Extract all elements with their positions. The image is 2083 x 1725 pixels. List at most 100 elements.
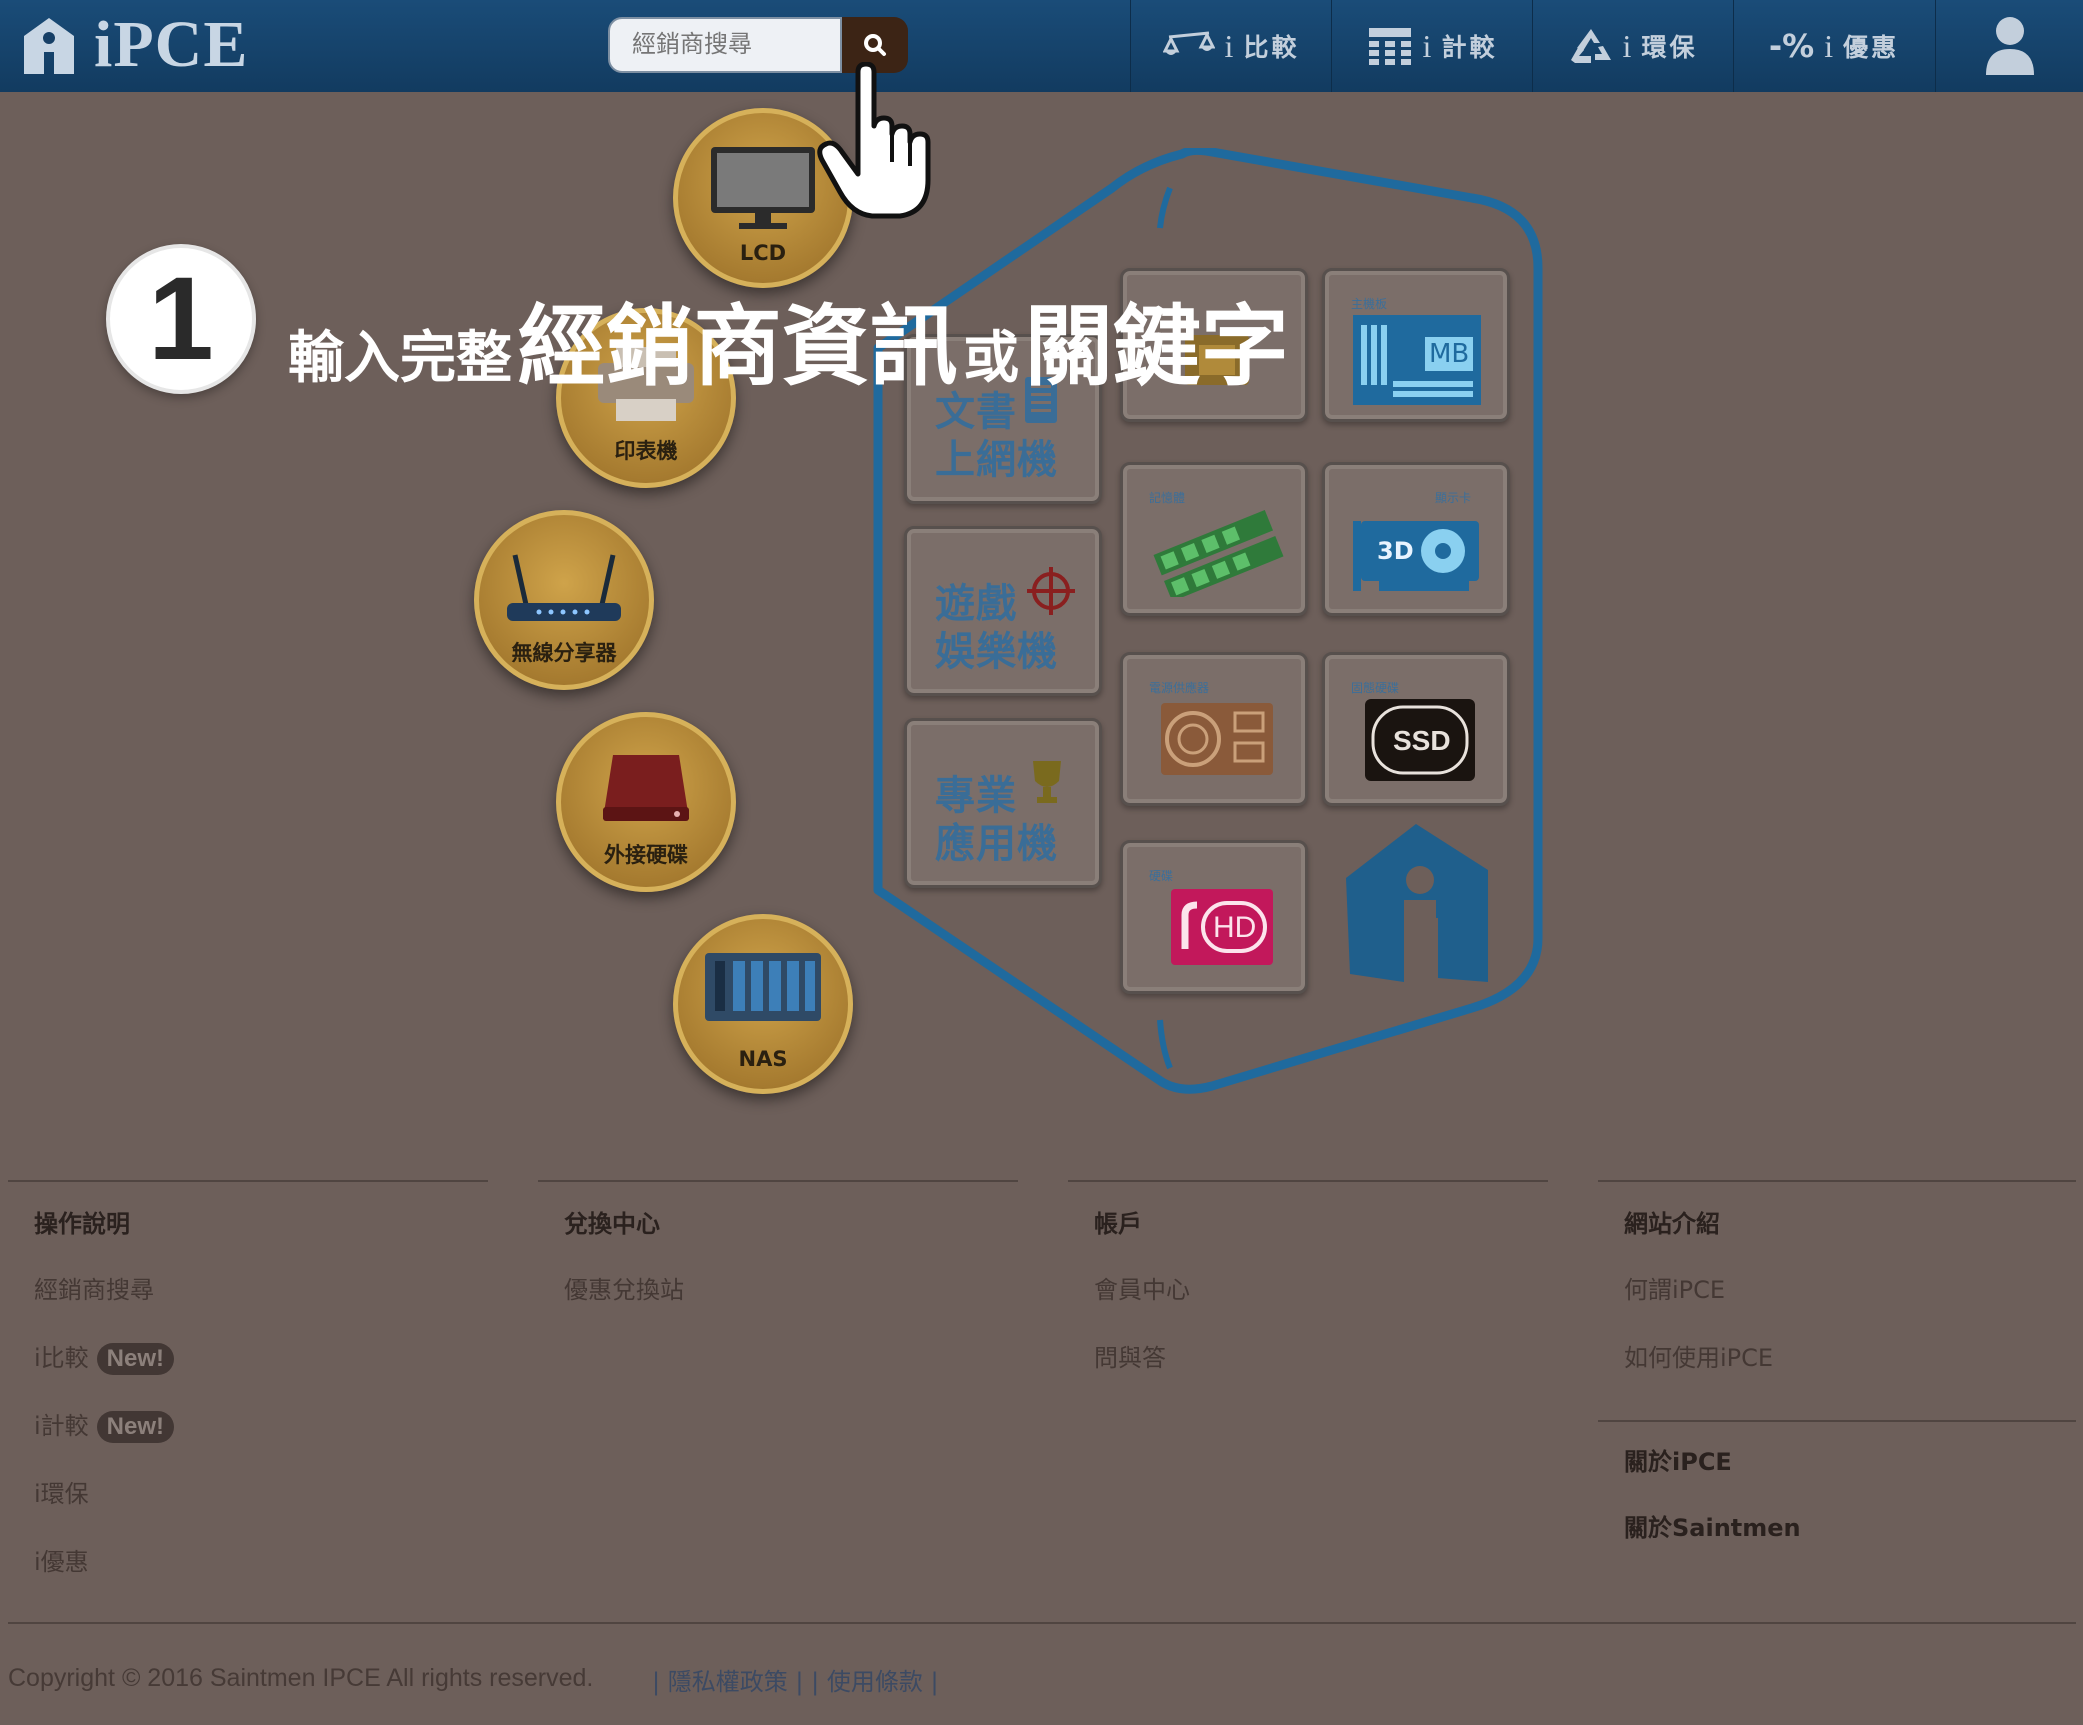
search-box <box>608 17 842 73</box>
nav-eco[interactable]: i 環保 <box>1532 0 1733 92</box>
external-drive-icon <box>561 747 731 837</box>
crosshair-icon <box>1027 567 1075 615</box>
footer-link-compare-text: i比較 <box>34 1344 89 1372</box>
category-router-label: 無線分享器 <box>511 641 617 665</box>
footer-link-about-ipce[interactable]: 關於iPCE <box>1624 1442 1732 1477</box>
nav-compare[interactable]: i 比較 <box>1130 0 1331 92</box>
tile-ssd[interactable]: 固態硬碟 SSD <box>1322 652 1510 806</box>
category-nas[interactable]: NAS <box>673 914 853 1094</box>
user-account-button[interactable] <box>1935 0 2083 92</box>
footer-link-about-saintmen[interactable]: 關於Saintmen <box>1624 1508 1801 1543</box>
nav-calculate-i: i <box>1422 27 1432 64</box>
category-external-hdd[interactable]: 外接硬碟 <box>556 712 736 892</box>
tile-ram-caption: 記憶體 <box>1149 491 1186 505</box>
gpu-icon <box>1353 521 1479 591</box>
footer-link-how-to-use[interactable]: 如何使用iPCE <box>1624 1338 1773 1373</box>
trophy-icon <box>1033 761 1061 803</box>
power-supply-icon <box>1161 703 1273 775</box>
tile-hdd-label: HD <box>1213 911 1257 944</box>
calculator-icon <box>1368 28 1411 65</box>
user-icon <box>1986 17 2034 75</box>
new-badge: New! <box>96 1411 175 1443</box>
footer-divider <box>1598 1180 2076 1182</box>
tile-gpu-label: 3D <box>1377 537 1414 565</box>
tile-ssd-caption: 固態硬碟 <box>1351 681 1400 695</box>
top-nav: iPCE i 比較 i 計較 <box>0 0 2083 92</box>
nas-icon <box>678 949 848 1029</box>
footer-col3-title: 帳戶 <box>1094 1210 1142 1238</box>
footer-link-calculate[interactable]: i計較 New! <box>34 1406 175 1443</box>
tile-psu[interactable]: 電源供應器 <box>1120 652 1308 806</box>
privacy-policy-link[interactable]: 隱私權政策 <box>668 1668 788 1696</box>
footer-link-member-center[interactable]: 會員中心 <box>1094 1270 1190 1305</box>
instruction-or: 或 <box>963 326 1020 391</box>
legal-separator: | <box>652 1668 661 1696</box>
tile-mb-label: MB <box>1429 339 1470 369</box>
category-lcd-label: LCD <box>739 241 787 265</box>
footer-col4-title: 網站介紹 <box>1624 1210 1720 1238</box>
footer-link-dealer-search[interactable]: 經銷商搜尋 <box>34 1270 154 1305</box>
footer-link-calculate-text: i計較 <box>34 1412 89 1440</box>
brand-i-icon <box>1346 824 1488 984</box>
tile-pro-line2: 應用機 <box>935 821 1058 867</box>
category-router[interactable]: 無線分享器 <box>474 510 654 690</box>
footer-link-compare[interactable]: i比較 New! <box>34 1338 175 1375</box>
footer-link-eco[interactable]: i環保 <box>34 1474 89 1509</box>
nav-eco-label: 環保 <box>1641 33 1698 62</box>
footer-divider <box>1068 1180 1548 1182</box>
legal-separator: | <box>930 1668 939 1696</box>
search-icon <box>864 34 886 56</box>
footer-bottom-divider <box>8 1622 2076 1624</box>
nav-calculate[interactable]: i 計較 <box>1331 0 1532 92</box>
legal-separator: | <box>811 1668 820 1696</box>
tile-gaming-pc[interactable]: 遊戲 娛樂機 <box>904 526 1102 696</box>
step-number-badge: 1 <box>106 244 256 394</box>
ram-icon <box>1153 510 1284 597</box>
footer-divider <box>8 1180 488 1182</box>
tile-gpu[interactable]: 顯示卡 3D <box>1322 462 1510 616</box>
logo-text: iPCE <box>94 8 249 81</box>
footer-col1-title: 操作說明 <box>34 1210 130 1238</box>
nav-eco-i: i <box>1622 27 1632 64</box>
tile-office-line2: 上網機 <box>935 437 1058 483</box>
legal-links: | 隱私權政策 | | 使用條款 | <box>652 1662 939 1697</box>
nav-discount-label: 優惠 <box>1843 33 1900 62</box>
footer-link-faq[interactable]: 問與答 <box>1094 1338 1166 1373</box>
copyright-text: Copyright © 2016 Saintmen IPCE All right… <box>8 1664 594 1692</box>
category-printer-label: 印表機 <box>614 439 678 463</box>
footer-divider <box>538 1180 1018 1182</box>
tile-hdd[interactable]: 硬碟 HD <box>1120 840 1308 994</box>
instruction-prefix: 輸入完整 <box>288 326 512 391</box>
logo[interactable]: iPCE <box>20 8 249 81</box>
terms-link[interactable]: 使用條款 <box>827 1668 923 1696</box>
step-instruction: 輸入完整 經銷商資訊 或 關鍵字 <box>288 276 1289 403</box>
legal-separator: | <box>795 1668 804 1696</box>
nav-compare-label: 比較 <box>1243 33 1300 62</box>
footer-link-discount[interactable]: i優惠 <box>34 1542 89 1577</box>
tile-pro-pc[interactable]: 專業 應用機 <box>904 718 1102 888</box>
instruction-main1: 經銷商資訊 <box>517 295 958 398</box>
nav-calculate-label: 計較 <box>1441 33 1498 62</box>
nav-discount[interactable]: -% i 優惠 <box>1733 0 1934 92</box>
category-external-hdd-label: 外接硬碟 <box>604 843 688 867</box>
nav-compare-i: i <box>1224 27 1234 64</box>
tile-psu-caption: 電源供應器 <box>1149 681 1210 695</box>
footer-divider <box>1598 1420 2076 1422</box>
tile-ram[interactable]: 記憶體 <box>1120 462 1308 616</box>
footer-link-what-is-ipce[interactable]: 何謂iPCE <box>1624 1270 1725 1305</box>
router-icon <box>479 545 649 635</box>
category-nas-label: NAS <box>738 1047 788 1071</box>
instruction-main2: 關鍵字 <box>1024 295 1289 398</box>
search-input[interactable] <box>610 19 832 69</box>
logo-house-icon <box>24 18 74 74</box>
tile-hdd-caption: 硬碟 <box>1149 869 1174 883</box>
footer-col2-title: 兌換中心 <box>564 1210 660 1238</box>
nav-discount-i: i <box>1824 27 1834 64</box>
discount-icon: -% <box>1768 27 1815 65</box>
tile-gaming-line2: 娛樂機 <box>935 629 1058 675</box>
new-badge: New! <box>96 1343 175 1375</box>
tile-motherboard[interactable]: 主機板 MB <box>1322 268 1510 422</box>
tile-gpu-caption: 顯示卡 <box>1435 491 1472 505</box>
scale-icon <box>1162 31 1215 55</box>
footer-link-coupon-exchange[interactable]: 優惠兌換站 <box>564 1270 684 1305</box>
